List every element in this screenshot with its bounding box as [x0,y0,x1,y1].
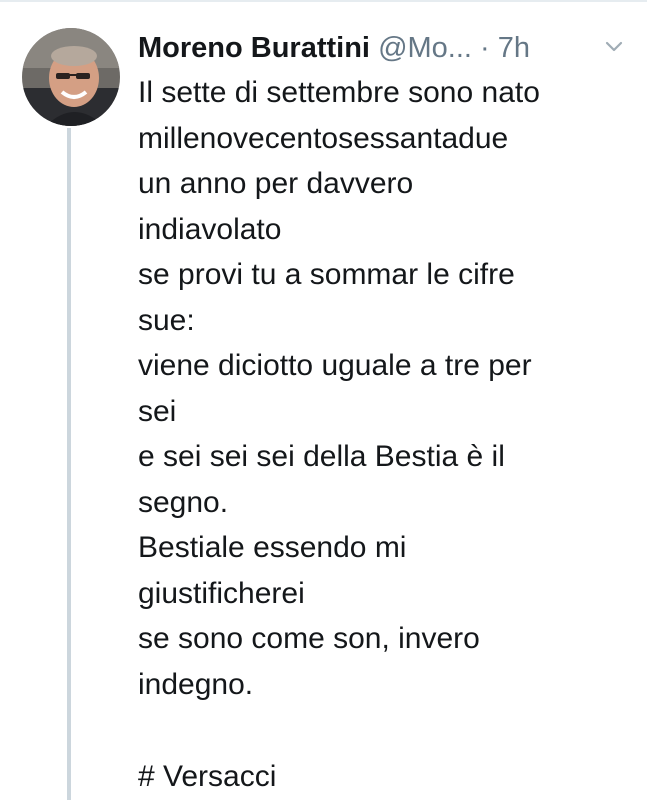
tweet-line: e sei sei sei della Bestia è il [138,440,505,473]
author-name[interactable]: Moreno Burattini [138,32,370,64]
tweet-line: sue: [138,303,195,337]
tweet-header: Moreno Burattini @Mo... · 7h [138,26,638,70]
tweet-line: indegno. [138,667,254,701]
tweet-line: indiavolato [138,212,282,246]
tweet-line: sei [138,394,177,428]
tweet-line: Bestiale essendo mi [138,531,407,564]
tweet-timestamp[interactable]: 7h [498,32,530,64]
chevron-down-icon[interactable] [604,40,624,54]
tweet-line: segno. [138,485,229,519]
thread-line [67,128,71,800]
tweet-line: se provi tu a sommar le cifre [138,258,515,291]
tweet-body: Il sette di settembre sono nato millenov… [138,70,618,707]
tweet-line: un anno per davvero [138,167,414,200]
tweet-line: viene diciotto uguale a tre per [138,349,532,382]
tweet-line: Il sette di settembre sono nato [138,76,540,109]
hashtag[interactable]: # Versacci [138,754,276,799]
separator-dot: · [480,32,490,64]
avatar-photo [22,28,120,126]
author-handle[interactable]: @Mo... [378,32,472,64]
top-divider [0,0,647,2]
tweet-line: millenovecentosessantadue [138,121,509,155]
avatar[interactable] [22,28,120,126]
tweet-view: Moreno Burattini @Mo... · 7h Il sette di… [0,0,647,800]
tweet-line: giustificherei [138,576,305,610]
tweet-line: se sono come son, invero [138,622,480,655]
